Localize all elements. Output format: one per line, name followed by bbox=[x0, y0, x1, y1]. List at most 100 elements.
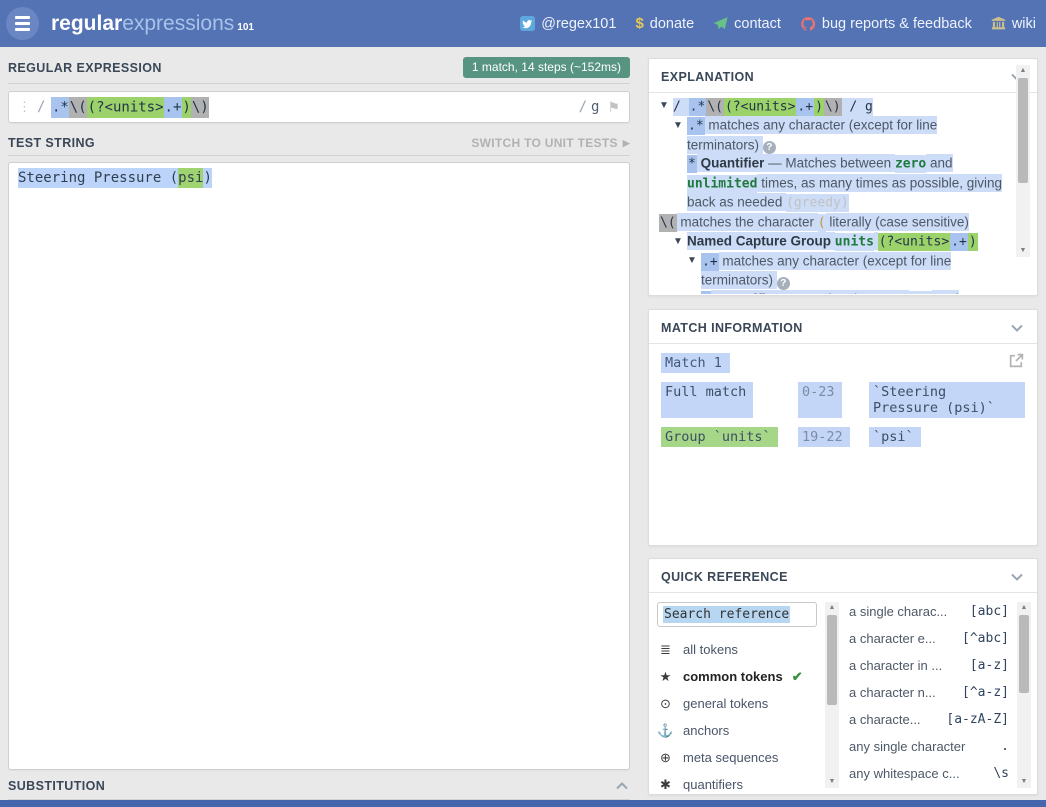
scrollbar-thumb[interactable] bbox=[827, 615, 837, 705]
scroll-down-arrow[interactable]: ▼ bbox=[1016, 245, 1030, 257]
logo-part-regular: regular bbox=[51, 12, 122, 35]
match-information-content: Match 1 Full match 0-23 `Steering Pressu… bbox=[649, 344, 1037, 456]
explanation-segment: and bbox=[926, 154, 952, 172]
match-row-group-units: Group `units` 19-22 `psi` bbox=[661, 427, 1025, 447]
token-row[interactable]: a single charac...[abc] bbox=[849, 598, 1009, 625]
navbar-links: @regex101 $ donate contact bug reports &… bbox=[520, 15, 1036, 32]
nav-link-label: bug reports & feedback bbox=[822, 16, 972, 32]
bank-icon bbox=[991, 16, 1006, 31]
nav-link-donate[interactable]: $ donate bbox=[635, 15, 694, 32]
collapse-caret-icon[interactable]: ▼ bbox=[673, 117, 683, 136]
nav-link-label: contact bbox=[734, 16, 781, 32]
explanation-segment: one bbox=[909, 291, 932, 295]
test-string-input[interactable]: Steering Pressure (psi) bbox=[8, 162, 630, 770]
substitution-section-header: SUBSTITUTION bbox=[8, 778, 630, 800]
chevron-down-icon[interactable] bbox=[1009, 569, 1025, 585]
explanation-segment: literally (case sensitive) bbox=[826, 213, 969, 231]
circle-dot-icon: ⊙ bbox=[657, 696, 674, 712]
collapse-caret-icon[interactable]: ▼ bbox=[659, 97, 669, 116]
nav-link-label: wiki bbox=[1012, 16, 1036, 32]
explanation-segment: / bbox=[842, 98, 865, 116]
nav-link-bug-reports[interactable]: bug reports & feedback bbox=[800, 16, 972, 32]
nav-link-contact[interactable]: contact bbox=[713, 16, 781, 32]
explanation-segment: \) bbox=[824, 98, 842, 116]
scrollbar-thumb[interactable] bbox=[1018, 78, 1028, 183]
explanation-segment: unlimited bbox=[687, 175, 757, 193]
regex-flags[interactable]: g bbox=[591, 99, 599, 115]
explanation-segment: (?<units> bbox=[878, 233, 950, 251]
help-icon[interactable]: ? bbox=[763, 141, 776, 154]
quick-reference-token-list: a single charac...[abc] a character e...… bbox=[843, 593, 1037, 795]
explanation-segment: ) bbox=[968, 233, 978, 251]
explanation-segment: .+ bbox=[950, 233, 968, 251]
token-row[interactable]: a character in ...[a-z] bbox=[849, 652, 1009, 679]
scrollbar-thumb[interactable] bbox=[1019, 615, 1029, 693]
quick-reference-menu: Search reference ≣ all tokens ★ common t… bbox=[649, 593, 843, 795]
export-matches-icon[interactable] bbox=[1008, 352, 1025, 369]
collapse-caret-icon[interactable]: ▼ bbox=[687, 252, 697, 271]
help-icon[interactable]: ? bbox=[777, 277, 790, 290]
regex-input[interactable]: ⋮ / .*\((?<units>.+)\) / g ⚑ bbox=[8, 91, 630, 123]
twitter-icon bbox=[520, 16, 535, 31]
group-name: Group `units` bbox=[661, 427, 778, 447]
drag-handle-icon[interactable]: ⋮ bbox=[18, 99, 30, 115]
menu-item-common-tokens[interactable]: ★ common tokens ✔ bbox=[657, 663, 817, 690]
checkmark-icon: ✔ bbox=[792, 669, 803, 685]
scroll-down-arrow[interactable]: ▼ bbox=[825, 776, 839, 788]
highlight-token: ) bbox=[182, 97, 191, 118]
menu-item-anchors[interactable]: ⚓ anchors bbox=[657, 717, 817, 744]
explanation-scrollbar[interactable]: ▲ ▼ bbox=[1016, 65, 1030, 257]
globe-icon: ⊕ bbox=[657, 750, 674, 766]
regex-pattern[interactable]: .*\((?<units>.+)\) bbox=[51, 99, 209, 115]
nav-link-label: @regex101 bbox=[541, 16, 616, 32]
token-row[interactable]: any single character. bbox=[849, 733, 1009, 760]
nav-link-label: donate bbox=[650, 16, 694, 32]
explanation-segment: + bbox=[701, 291, 711, 295]
match-1-label: Match 1 bbox=[661, 353, 730, 373]
menu-scrollbar[interactable]: ▲ ▼ bbox=[825, 602, 839, 788]
token-list-scrollbar[interactable]: ▲ ▼ bbox=[1017, 602, 1031, 788]
scroll-up-arrow[interactable]: ▲ bbox=[1017, 602, 1031, 614]
hamburger-menu-button[interactable] bbox=[6, 7, 39, 40]
regex-close-delimiter: / bbox=[579, 99, 587, 115]
left-column: REGULAR EXPRESSION 1 match, 14 steps (~1… bbox=[8, 47, 630, 800]
nav-link-twitter[interactable]: @regex101 bbox=[520, 16, 616, 32]
explanation-line: ▼Named Capture Group units (?<units>.+) bbox=[659, 233, 1003, 253]
explanation-segment: (greedy) bbox=[786, 194, 849, 212]
asterisk-icon: ✱ bbox=[657, 777, 674, 793]
menu-item-general-tokens[interactable]: ⊙ general tokens bbox=[657, 690, 817, 717]
explanation-line: ▼/ .*\((?<units>.+)\) / g bbox=[659, 97, 1003, 117]
chevron-down-icon[interactable] bbox=[1009, 320, 1025, 336]
site-logo[interactable]: regularexpressions101 bbox=[51, 12, 254, 36]
explanation-segment: matches any character (except for line t… bbox=[687, 116, 937, 154]
flag-icon[interactable]: ⚑ bbox=[607, 99, 620, 116]
highlight-token: (?<units> bbox=[87, 97, 164, 118]
highlight-token: psi bbox=[178, 168, 203, 188]
token-row[interactable]: a character e...[^abc] bbox=[849, 625, 1009, 652]
chevron-up-icon[interactable] bbox=[614, 778, 630, 794]
switch-to-unit-tests-link[interactable]: SWITCH TO UNIT TESTS ▶ bbox=[471, 136, 630, 150]
explanation-segment: matches the character bbox=[677, 213, 818, 231]
paper-plane-icon bbox=[713, 16, 728, 31]
right-column: EXPLANATION ▼/ .*\((?<units>.+)\) / g▼.*… bbox=[648, 47, 1038, 795]
token-row[interactable]: a character n...[^a-z] bbox=[849, 679, 1009, 706]
regex-open-delimiter: / bbox=[37, 99, 45, 115]
explanation-segment: matches any character (except for line t… bbox=[701, 252, 951, 290]
explanation-segment: .* bbox=[689, 98, 707, 116]
menu-item-meta-sequences[interactable]: ⊕ meta sequences bbox=[657, 744, 817, 771]
highlight-token: .+ bbox=[164, 97, 182, 118]
search-reference-input[interactable]: Search reference bbox=[657, 602, 817, 627]
scroll-down-arrow[interactable]: ▼ bbox=[1017, 776, 1031, 788]
match-count-badge: 1 match, 14 steps (~152ms) bbox=[463, 57, 630, 78]
collapse-caret-icon[interactable]: ▼ bbox=[673, 233, 683, 252]
scroll-up-arrow[interactable]: ▲ bbox=[1016, 65, 1030, 77]
match-name: Full match bbox=[661, 382, 753, 418]
scroll-up-arrow[interactable]: ▲ bbox=[825, 602, 839, 614]
token-row[interactable]: a characte...[a-zA-Z] bbox=[849, 706, 1009, 733]
menu-item-all-tokens[interactable]: ≣ all tokens bbox=[657, 636, 817, 663]
explanation-line: * Quantifier — Matches between zero and … bbox=[659, 155, 1003, 214]
explanation-segment: ( bbox=[818, 214, 826, 232]
menu-item-quantifiers[interactable]: ✱ quantifiers bbox=[657, 771, 817, 798]
nav-link-wiki[interactable]: wiki bbox=[991, 16, 1036, 32]
token-row[interactable]: any whitespace c...\s bbox=[849, 760, 1009, 787]
